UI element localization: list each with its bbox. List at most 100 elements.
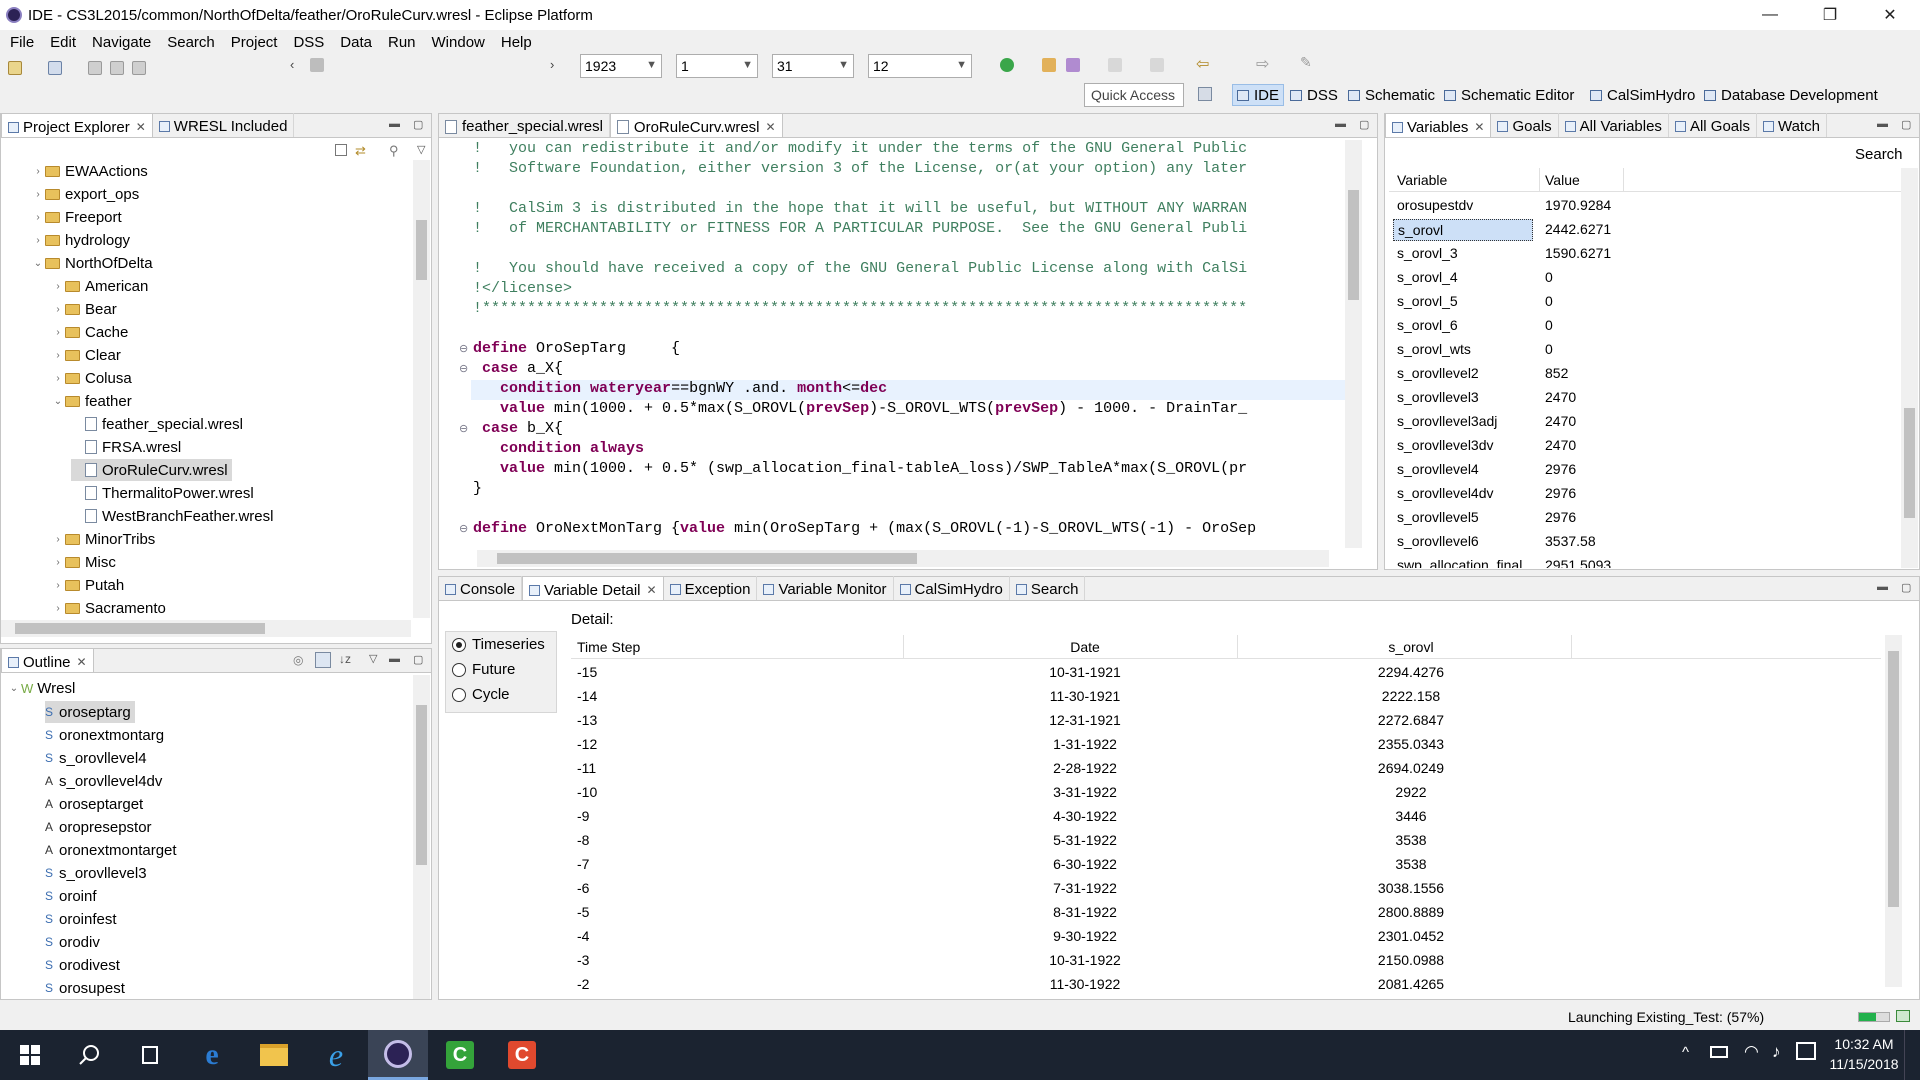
- outline-vscroll[interactable]: [413, 675, 430, 999]
- scroll-thumb[interactable]: [1904, 408, 1915, 518]
- tree-item-american[interactable]: › American: [51, 275, 152, 297]
- maximize-view-icon[interactable]: ▢: [1901, 581, 1911, 594]
- minimize-button[interactable]: —: [1740, 0, 1800, 30]
- variable-value-cell[interactable]: 2976: [1545, 485, 1576, 501]
- variable-value-cell[interactable]: 1970.9284: [1545, 197, 1611, 213]
- variable-name-cell[interactable]: s_orovl_5: [1397, 293, 1458, 309]
- outline-item-oronextmontarget[interactable]: Aoronextmontarget: [45, 839, 181, 861]
- table-row[interactable]: -12 1-31-1922 2355.0343: [571, 733, 1881, 757]
- table-row[interactable]: s_orovl_3 1590.6271: [1389, 242, 1901, 266]
- tab-variable-monitor[interactable]: Variable Monitor: [757, 576, 894, 600]
- radio-future[interactable]: Future: [452, 661, 515, 678]
- radio-timeseries[interactable]: Timeseries: [452, 636, 545, 653]
- variable-value-cell[interactable]: 2470: [1545, 437, 1576, 453]
- keyboard-icon[interactable]: [1796, 1042, 1816, 1060]
- tree-item-colusa[interactable]: › Colusa: [51, 367, 136, 389]
- radio-circle[interactable]: [452, 687, 466, 702]
- outline-item-s-orovllevel3[interactable]: Ss_orovllevel3: [45, 862, 151, 884]
- variable-name-cell[interactable]: s_orovllevel2: [1397, 365, 1479, 381]
- table-row[interactable]: -3 10-31-1922 2150.0988: [571, 949, 1881, 973]
- menu-search[interactable]: Search: [159, 34, 223, 51]
- outline-item-oronextmontarg[interactable]: Soronextmontarg: [45, 724, 168, 746]
- variable-name-cell[interactable]: orosupestdv: [1397, 197, 1473, 213]
- table-row[interactable]: -9 4-30-1922 3446: [571, 805, 1881, 829]
- perspective-schematic[interactable]: Schematic: [1344, 84, 1439, 106]
- variable-value-cell[interactable]: 0: [1545, 341, 1553, 357]
- outline-root[interactable]: ⌄ W Wresl: [7, 677, 76, 699]
- table-row[interactable]: s_orovllevel4 2976: [1389, 458, 1901, 482]
- outline-item-oroseptarget[interactable]: Aoroseptarget: [45, 793, 147, 815]
- view-menu-icon[interactable]: ▽: [369, 652, 377, 665]
- close-icon[interactable]: ✕: [766, 120, 776, 134]
- perspective-database-development[interactable]: Database Development: [1700, 84, 1882, 106]
- tree-item-feather[interactable]: ⌄ feather: [51, 390, 136, 412]
- variable-value-cell[interactable]: 2951.5093: [1545, 557, 1611, 568]
- table-row[interactable]: s_orovllevel3adj 2470: [1389, 410, 1901, 434]
- menu-edit[interactable]: Edit: [42, 34, 84, 51]
- editor-hscroll[interactable]: [477, 550, 1329, 567]
- tab-feather-special[interactable]: feather_special.wresl: [439, 113, 610, 137]
- save-all-icon[interactable]: [110, 61, 124, 75]
- table-row[interactable]: s_orovl 2442.6271: [1389, 218, 1901, 242]
- variable-value-cell[interactable]: 0: [1545, 317, 1553, 333]
- open-perspective-icon[interactable]: [1198, 87, 1212, 101]
- minimize-view-icon[interactable]: ▬: [1335, 118, 1346, 130]
- twistie-icon[interactable]: ⌄: [51, 396, 65, 407]
- variable-value-cell[interactable]: 2442.6271: [1545, 221, 1611, 237]
- open-icon[interactable]: [1042, 58, 1056, 72]
- value-column-header[interactable]: s_orovl: [1351, 639, 1471, 655]
- twistie-icon[interactable]: ›: [51, 350, 65, 361]
- tree-item-frsa-wresl[interactable]: FRSA.wresl: [71, 436, 185, 458]
- quick-access-input[interactable]: Quick Access: [1084, 83, 1184, 107]
- tree-item-sacramento[interactable]: › Sacramento: [51, 597, 170, 618]
- time-step-column-header[interactable]: Time Step: [577, 639, 640, 655]
- variable-name-cell[interactable]: s_orovl_6: [1397, 317, 1458, 333]
- tree-item-clear[interactable]: › Clear: [51, 344, 125, 366]
- menu-window[interactable]: Window: [424, 34, 493, 51]
- scroll-thumb[interactable]: [497, 553, 917, 564]
- view-menu-icon[interactable]: ▽: [417, 143, 425, 156]
- month-combo[interactable]: 12 ▼: [868, 54, 972, 78]
- variable-value-cell[interactable]: 1590.6271: [1545, 245, 1611, 261]
- camtasia-orange-button[interactable]: C: [492, 1030, 552, 1080]
- close-icon[interactable]: ✕: [1474, 120, 1484, 134]
- variable-name-cell[interactable]: s_orovllevel4dv: [1397, 485, 1494, 501]
- perspective-schematic-editor[interactable]: Schematic Editor: [1440, 84, 1578, 106]
- link-editor-icon[interactable]: ⇄: [355, 143, 366, 159]
- variable-name-cell[interactable]: s_orovllevel6: [1397, 533, 1479, 549]
- maximize-view-icon[interactable]: ▢: [1359, 118, 1369, 131]
- table-row[interactable]: -10 3-31-1922 2922: [571, 781, 1881, 805]
- tree-item-hydrology[interactable]: › hydrology: [31, 229, 134, 251]
- wifi-icon[interactable]: ◠: [1744, 1042, 1759, 1062]
- variables-search-button[interactable]: Search: [1855, 146, 1903, 163]
- next-annotation-icon[interactable]: [1108, 58, 1122, 72]
- table-row[interactable]: -13 12-31-1921 2272.6847: [571, 709, 1881, 733]
- tree-item-ororulecurv-wresl[interactable]: OroRuleCurv.wresl: [71, 459, 232, 481]
- search-button[interactable]: [60, 1030, 120, 1080]
- tree-item-bear[interactable]: › Bear: [51, 298, 121, 320]
- radio-circle[interactable]: [452, 662, 466, 677]
- scroll-thumb[interactable]: [15, 623, 265, 634]
- outline-item-oroinf[interactable]: Soroinf: [45, 885, 101, 907]
- scroll-thumb[interactable]: [416, 705, 427, 865]
- clock-date[interactable]: 11/15/2018: [1828, 1056, 1900, 1072]
- tree-item-export-ops[interactable]: › export_ops: [31, 183, 143, 205]
- tree-item-feather-special-wresl[interactable]: feather_special.wresl: [71, 413, 247, 435]
- outline-item-oropresepstor[interactable]: Aoropresepstor: [45, 816, 156, 838]
- outline-item-orodivest[interactable]: Sorodivest: [45, 954, 124, 976]
- forward-icon[interactable]: ⇨: [1256, 54, 1269, 74]
- fold-icon[interactable]: ⊖: [459, 342, 468, 355]
- tree-item-freeport[interactable]: › Freeport: [31, 206, 126, 228]
- table-row[interactable]: s_orovl_5 0: [1389, 290, 1901, 314]
- variable-value-cell[interactable]: 0: [1545, 269, 1553, 285]
- twistie-icon[interactable]: ›: [51, 373, 65, 384]
- scroll-thumb[interactable]: [416, 220, 427, 280]
- variable-name-cell[interactable]: s_orovllevel5: [1397, 509, 1479, 525]
- table-row[interactable]: s_orovl_6 0: [1389, 314, 1901, 338]
- tab-project-explorer[interactable]: Project Explorer ✕: [1, 113, 153, 137]
- table-row[interactable]: -11 2-28-1922 2694.0249: [571, 757, 1881, 781]
- internet-explorer-button[interactable]: e: [306, 1030, 366, 1080]
- perspective-dss[interactable]: DSS: [1286, 84, 1342, 106]
- print-icon[interactable]: [132, 61, 146, 75]
- table-row[interactable]: swp_allocation_final 2951.5093: [1389, 554, 1901, 568]
